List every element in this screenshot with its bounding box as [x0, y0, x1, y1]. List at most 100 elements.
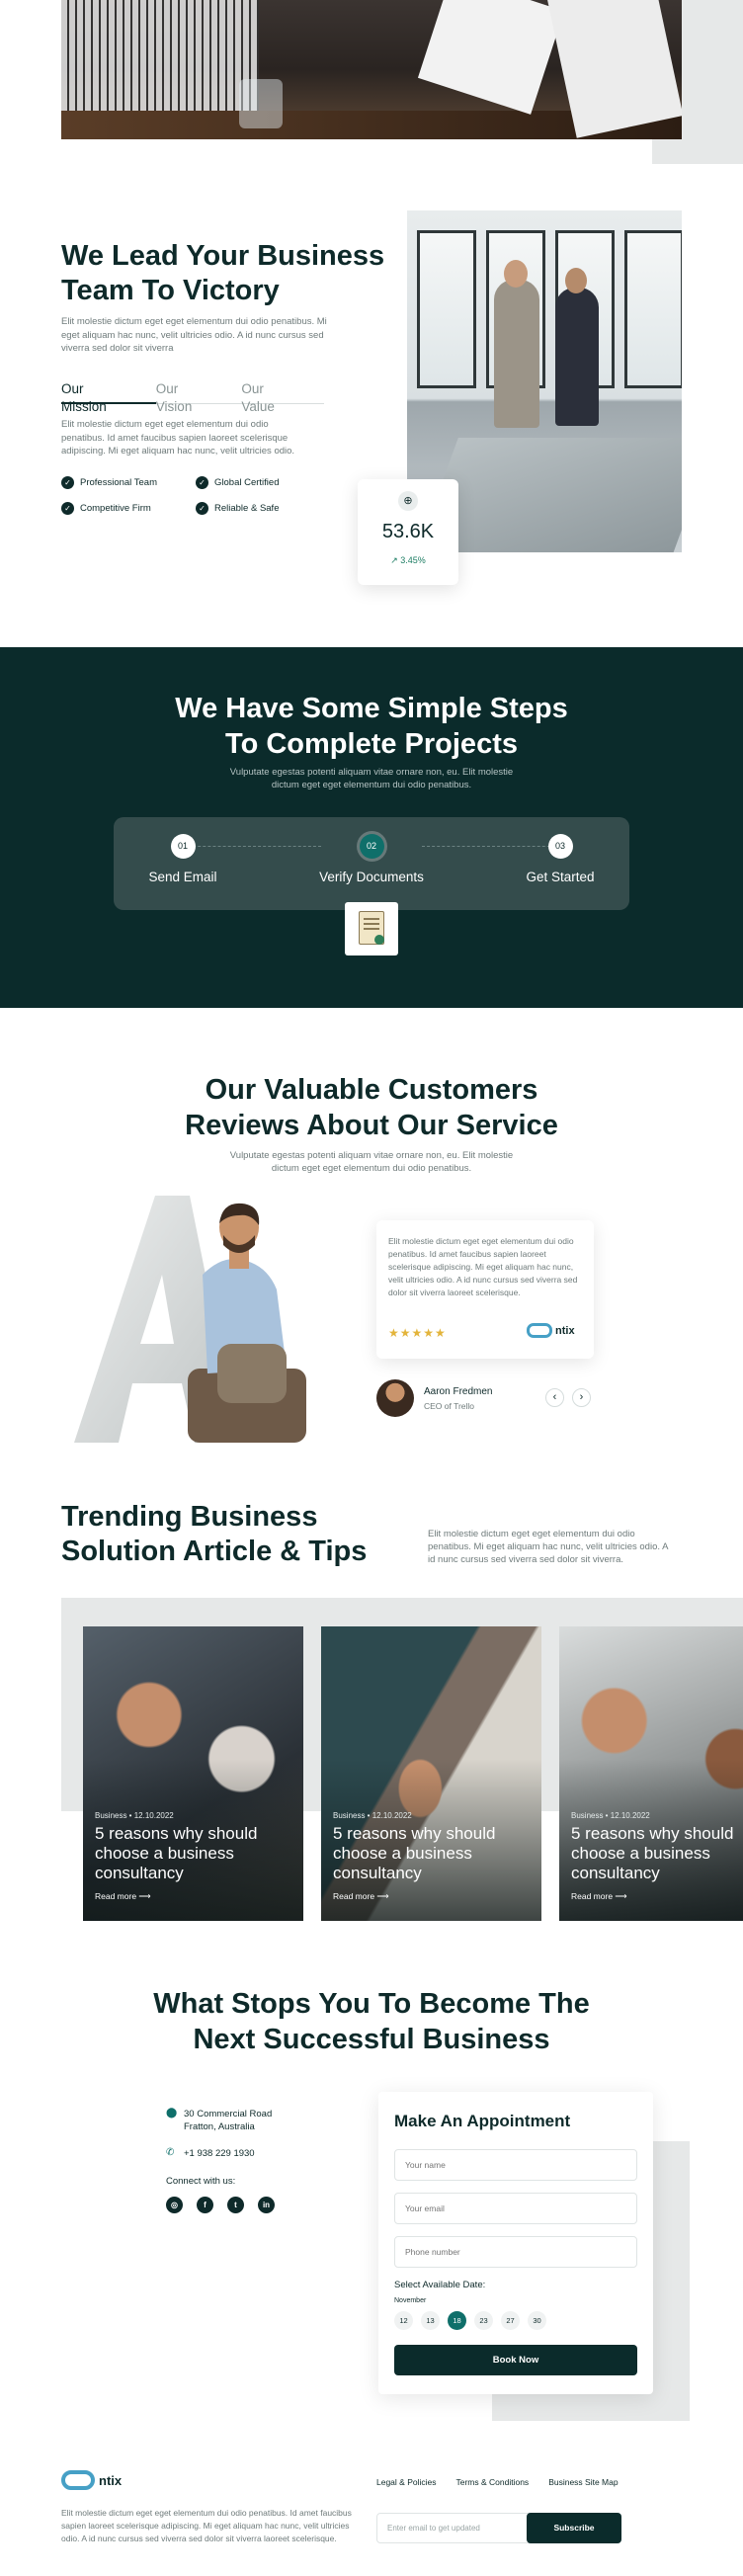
legal-policies-link[interactable]: Legal & Policies — [376, 2477, 436, 2487]
reviewer-name: Aaron Fredmen — [424, 1385, 493, 1397]
location-pin-icon: ⬤ — [166, 2108, 178, 2119]
twitter-icon[interactable]: t — [227, 2197, 244, 2213]
about-tabs: Our Mission Our Vision Our Value — [61, 380, 324, 414]
next-review-button[interactable]: › — [572, 1388, 591, 1407]
address: ⬤ 30 Commercial Road Fratton, Australia — [166, 2108, 273, 2132]
instagram-icon[interactable]: ◎ — [166, 2197, 183, 2213]
contact-info: ⬤ 30 Commercial Road Fratton, Australia ✆… — [166, 2108, 344, 2213]
date-picker: 12 13 18 23 27 30 — [394, 2311, 546, 2330]
stat-change: ↗ 3.45% — [390, 555, 426, 565]
document-icon — [345, 902, 398, 956]
articles-title: Trending Business Solution Article & Tips — [61, 1501, 368, 1567]
footer-links: Legal & Policies Terms & Conditions Busi… — [376, 2477, 619, 2487]
tab-our-mission[interactable]: Our Mission — [61, 380, 156, 414]
social-links: ◎ f t in — [166, 2197, 344, 2213]
review-quote: Elit molestie dictum eget eget elementum… — [388, 1236, 578, 1297]
date-option-selected[interactable]: 18 — [448, 2311, 466, 2330]
tab-our-value[interactable]: Our Value — [241, 380, 324, 414]
article-meta: Business • 12.10.2022 — [571, 1811, 650, 1820]
name-input[interactable] — [394, 2149, 637, 2181]
step-label: Send Email — [148, 870, 217, 884]
review-card: Elit molestie dictum eget eget elementum… — [376, 1220, 594, 1359]
article-meta: Business • 12.10.2022 — [95, 1811, 174, 1820]
globe-icon: ⊕ — [398, 491, 418, 511]
subscribe-input[interactable]: Enter email to get updated — [387, 2514, 480, 2542]
avatar — [376, 1379, 414, 1417]
phone-input[interactable] — [394, 2236, 637, 2268]
email-input[interactable] — [394, 2193, 637, 2224]
about-title: We Lead Your Business Team To Victory — [61, 240, 385, 306]
step-get-started[interactable]: 03 Get Started — [481, 834, 639, 884]
stat-value: 53.6K — [381, 521, 435, 542]
date-option[interactable]: 12 — [394, 2311, 413, 2330]
linkedin-icon[interactable]: in — [258, 2197, 275, 2213]
terms-link[interactable]: Terms & Conditions — [455, 2477, 529, 2487]
logo-ring-icon — [61, 2470, 95, 2490]
stat-card: ⊕ 53.6K ↗ 3.45% — [358, 479, 458, 585]
trend-up-icon: ↗ — [390, 555, 398, 565]
article-title[interactable]: 5 reasons why should choose a business c… — [333, 1824, 536, 1883]
phone-icon: ✆ — [166, 2147, 175, 2158]
subscribe-form: Enter email to get updated Subscribe — [376, 2513, 621, 2543]
prev-review-button[interactable]: ‹ — [545, 1388, 564, 1407]
steps-title: We Have Some Simple Steps To Complete Pro… — [175, 693, 568, 760]
review-navigation: ‹ › — [545, 1388, 591, 1407]
article-meta: Business • 12.10.2022 — [333, 1811, 412, 1820]
site-map-link[interactable]: Business Site Map — [548, 2477, 618, 2487]
feature-item: ✓ Competitive Firm — [61, 502, 196, 515]
month-label: November — [394, 2297, 427, 2304]
footer-logo[interactable]: ntix — [61, 2470, 122, 2490]
phone[interactable]: ✆ +1 938 229 1930 — [166, 2147, 344, 2160]
check-icon: ✓ — [196, 476, 208, 489]
appointment-form: Make An Appointment Select Available Dat… — [378, 2092, 653, 2394]
feature-list: ✓ Professional Team ✓ Global Certified ✓ Co… — [61, 476, 308, 515]
article-title[interactable]: 5 reasons why should choose a business c… — [571, 1824, 743, 1883]
date-option[interactable]: 27 — [501, 2311, 520, 2330]
appointment-section-title: What Stops You To Become The Next Success… — [153, 1988, 590, 2055]
check-icon: ✓ — [61, 502, 74, 515]
article-card[interactable]: Business • 12.10.2022 5 reasons why shou… — [321, 1626, 541, 1921]
reviewer-role: CEO of Trello — [424, 1400, 475, 1411]
footer-description: Elit molestie dictum eget eget elementum… — [61, 2508, 352, 2543]
reviews-description: Vulputate egestas potenti aliquam vitae … — [229, 1150, 514, 1174]
check-icon: ✓ — [61, 476, 74, 489]
step-number: 02 — [359, 834, 384, 859]
facebook-icon[interactable]: f — [197, 2197, 213, 2213]
feature-item: ✓ Reliable & Safe — [196, 502, 314, 515]
landing-page: We Lead Your Business Team To Victory Eli… — [0, 0, 743, 2576]
date-label: Select Available Date: — [394, 2280, 486, 2290]
date-option[interactable]: 30 — [528, 2311, 546, 2330]
steps-section: We Have Some Simple Steps To Complete Pro… — [0, 647, 743, 1008]
subscribe-button[interactable]: Subscribe — [527, 2513, 621, 2543]
customer-portrait — [188, 1203, 306, 1443]
hero-meeting-photo — [61, 0, 682, 139]
step-number: 03 — [547, 834, 573, 859]
feature-item: ✓ Global Certified — [196, 476, 314, 489]
feature-item: ✓ Professional Team — [61, 476, 196, 489]
form-title: Make An Appointment — [394, 2112, 571, 2130]
article-card[interactable]: Business • 12.10.2022 5 reasons why shou… — [559, 1626, 743, 1921]
step-label: Get Started — [526, 870, 595, 884]
book-now-button[interactable]: Book Now — [394, 2345, 637, 2375]
tab-our-vision[interactable]: Our Vision — [156, 380, 242, 414]
company-logo: ntix — [527, 1323, 575, 1338]
steps-description: Vulputate egestas potenti aliquam vitae … — [229, 767, 514, 790]
about-description: Elit molestie dictum eget eget elementum… — [61, 316, 327, 354]
rating-stars: ★★★★★ — [388, 1326, 447, 1340]
reviewer: Aaron Fredmen CEO of Trello — [376, 1379, 492, 1417]
step-number: 01 — [170, 834, 196, 859]
tab-description: Elit molestie dictum eget eget elementum… — [61, 419, 295, 457]
read-more-link[interactable]: Read more ⟶ — [333, 1891, 389, 1902]
connect-label: Connect with us: — [166, 2176, 236, 2187]
step-label: Verify Documents — [319, 870, 424, 884]
date-option[interactable]: 23 — [474, 2311, 493, 2330]
step-send-email[interactable]: 01 Send Email — [104, 834, 262, 884]
read-more-link[interactable]: Read more ⟶ — [571, 1891, 627, 1902]
date-option[interactable]: 13 — [421, 2311, 440, 2330]
step-verify-documents[interactable]: 02 Verify Documents — [292, 834, 451, 884]
article-card[interactable]: Business • 12.10.2022 5 reasons why shou… — [83, 1626, 303, 1921]
read-more-link[interactable]: Read more ⟶ — [95, 1891, 151, 1902]
check-icon: ✓ — [196, 502, 208, 515]
article-title[interactable]: 5 reasons why should choose a business c… — [95, 1824, 297, 1883]
articles-description: Elit molestie dictum eget eget elementum… — [428, 1529, 668, 1565]
